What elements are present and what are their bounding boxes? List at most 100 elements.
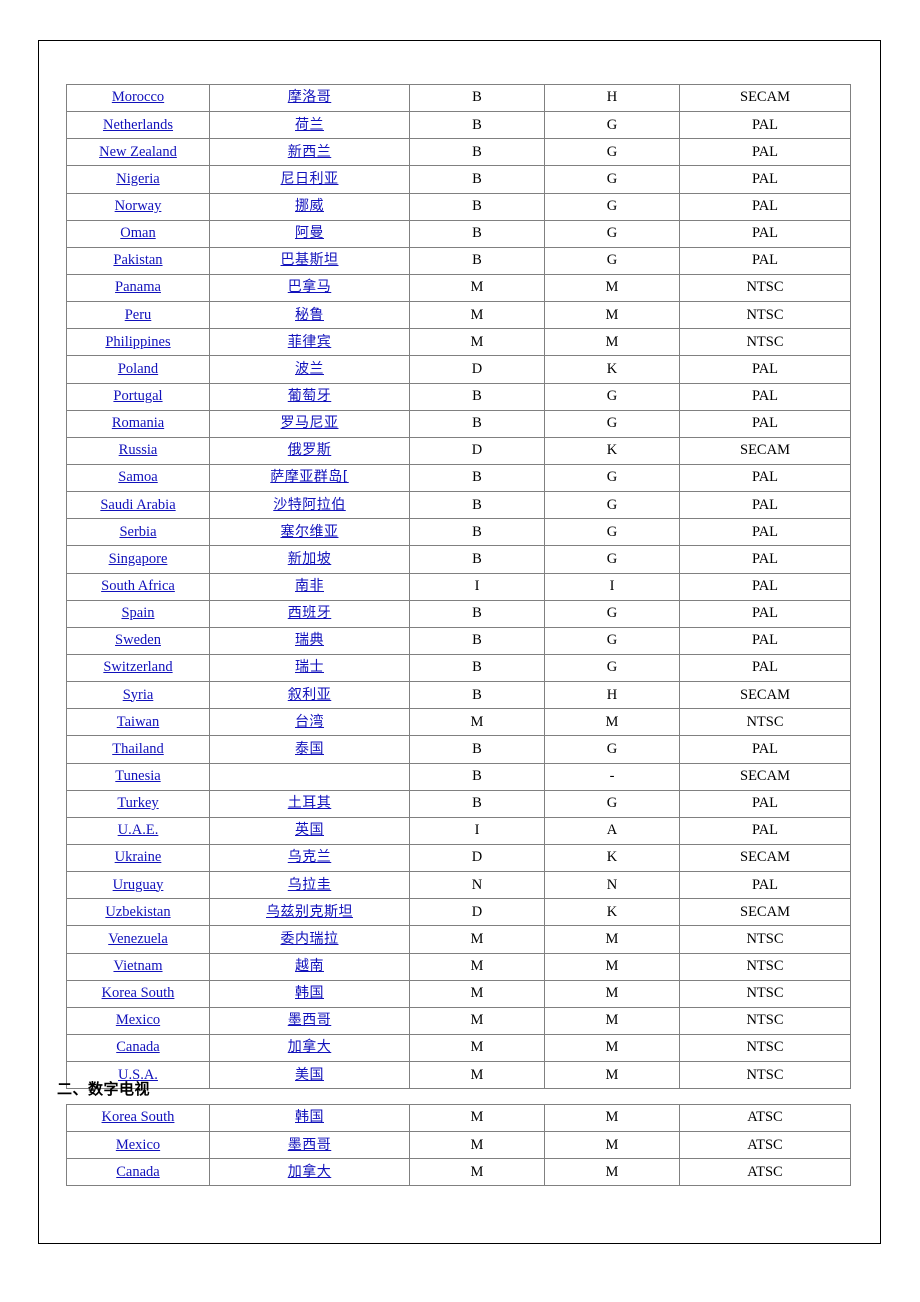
country-link-zh[interactable]: 葡萄牙 [288, 388, 332, 404]
audio-system-cell: I [544, 572, 680, 601]
country-name-en-cell: Mexico [66, 1006, 210, 1035]
country-link-zh[interactable]: 新加坡 [288, 551, 332, 567]
country-link-zh[interactable]: 阿曼 [295, 225, 324, 241]
audio-system-cell: M [544, 1103, 680, 1133]
country-link-zh[interactable]: 沙特阿拉伯 [273, 497, 346, 513]
country-link-zh[interactable]: 新西兰 [288, 144, 332, 160]
country-link-en[interactable]: Korea South [102, 1109, 175, 1125]
country-link-zh[interactable]: 挪威 [295, 198, 324, 214]
country-link-en[interactable]: Singapore [109, 551, 168, 567]
country-link-zh[interactable]: 墨西哥 [288, 1012, 332, 1028]
video-system-cell: D [409, 436, 545, 465]
country-link-zh[interactable]: 泰国 [295, 741, 324, 757]
video-system-cell: B [409, 491, 545, 520]
country-link-zh[interactable]: 西班牙 [288, 605, 332, 621]
country-link-en[interactable]: Samoa [118, 469, 157, 485]
country-name-zh-cell: 美国 [209, 1061, 410, 1090]
country-name-zh-cell: 西班牙 [209, 599, 410, 628]
country-link-en[interactable]: Nigeria [116, 171, 159, 187]
country-link-en[interactable]: Switzerland [103, 659, 172, 675]
country-link-en[interactable]: Taiwan [117, 714, 159, 730]
country-link-en[interactable]: South Africa [101, 578, 175, 594]
country-link-zh[interactable]: 土耳其 [288, 795, 332, 811]
country-link-zh[interactable]: 韩国 [295, 985, 324, 1001]
country-name-zh-cell: 瑞典 [209, 626, 410, 655]
country-link-en[interactable]: Norway [115, 198, 162, 214]
country-link-zh[interactable]: 尼日利亚 [281, 171, 339, 187]
country-link-zh[interactable]: 波兰 [295, 361, 324, 377]
country-link-zh[interactable]: 塞尔维亚 [281, 524, 339, 540]
audio-system-cell: G [544, 246, 680, 275]
country-link-en[interactable]: Thailand [112, 741, 164, 757]
country-link-zh[interactable]: 萨摩亚群岛[ [270, 469, 348, 485]
country-link-en[interactable]: Mexico [116, 1137, 160, 1153]
country-link-zh[interactable]: 墨西哥 [288, 1137, 332, 1153]
country-link-zh[interactable]: 巴拿马 [288, 279, 332, 295]
country-link-en[interactable]: Canada [116, 1039, 159, 1055]
country-link-en[interactable]: Russia [119, 442, 158, 458]
country-link-zh[interactable]: 乌克兰 [288, 849, 332, 865]
country-link-zh[interactable] [300, 770, 320, 784]
country-link-zh[interactable]: 南非 [295, 578, 324, 594]
country-link-zh[interactable]: 荷兰 [295, 117, 324, 133]
audio-system-cell: G [544, 491, 680, 520]
country-link-zh[interactable]: 韩国 [295, 1109, 324, 1125]
country-link-en[interactable]: Uzbekistan [105, 904, 170, 920]
country-link-en[interactable]: Syria [123, 687, 154, 703]
country-link-en[interactable]: Morocco [112, 89, 164, 105]
country-link-zh[interactable]: 俄罗斯 [288, 442, 332, 458]
country-link-en[interactable]: Spain [121, 605, 154, 621]
country-name-zh-cell: 英国 [209, 816, 410, 845]
country-link-en[interactable]: Canada [116, 1164, 159, 1180]
country-link-zh[interactable]: 乌拉圭 [288, 877, 332, 893]
country-link-en[interactable]: Mexico [116, 1012, 160, 1028]
country-link-en[interactable]: Saudi Arabia [100, 497, 175, 513]
country-link-en[interactable]: Poland [118, 361, 158, 377]
country-link-zh[interactable]: 摩洛哥 [288, 89, 332, 105]
table-row: Poland 波兰 D K PAL [66, 355, 851, 384]
country-link-en[interactable]: Oman [120, 225, 155, 241]
country-link-en[interactable]: U.A.E. [118, 822, 159, 838]
country-link-en[interactable]: Panama [115, 279, 161, 295]
country-link-en[interactable]: Uruguay [113, 877, 164, 893]
country-link-zh[interactable]: 委内瑞拉 [281, 931, 339, 947]
video-system-cell: M [409, 952, 545, 981]
country-link-zh[interactable]: 加拿大 [288, 1164, 332, 1180]
country-link-zh[interactable]: 巴基斯坦 [281, 252, 339, 268]
country-link-zh[interactable]: 台湾 [295, 714, 324, 730]
country-link-zh[interactable]: 英国 [295, 822, 324, 838]
country-name-zh-cell: 土耳其 [209, 789, 410, 818]
country-link-en[interactable]: Philippines [105, 334, 170, 350]
country-link-zh[interactable]: 乌兹别克斯坦 [266, 904, 353, 920]
country-name-zh-cell: 新加坡 [209, 545, 410, 574]
video-system-cell: M [409, 301, 545, 330]
country-link-en[interactable]: Tunesia [115, 768, 160, 784]
country-link-en[interactable]: Venezuela [108, 931, 168, 947]
country-link-en[interactable]: Pakistan [113, 252, 162, 268]
country-link-en[interactable]: New Zealand [99, 144, 177, 160]
country-link-zh[interactable]: 罗马尼亚 [281, 415, 339, 431]
country-link-en[interactable]: Sweden [115, 632, 161, 648]
country-link-en[interactable]: Netherlands [103, 117, 173, 133]
country-link-en[interactable]: Vietnam [113, 958, 162, 974]
table-row: Pakistan 巴基斯坦 B G PAL [66, 246, 851, 275]
country-link-zh[interactable]: 越南 [295, 958, 324, 974]
country-name-zh-cell: 秘鲁 [209, 301, 410, 330]
country-link-en[interactable]: Portugal [113, 388, 162, 404]
video-system-cell: B [409, 789, 545, 818]
country-link-zh[interactable]: 瑞典 [295, 632, 324, 648]
country-link-zh[interactable]: 秘鲁 [295, 307, 324, 323]
country-link-en[interactable]: Turkey [117, 795, 158, 811]
audio-system-cell: N [544, 871, 680, 900]
audio-system-cell: M [544, 1033, 680, 1063]
country-link-zh[interactable]: 叙利亚 [288, 687, 332, 703]
country-link-en[interactable]: Ukraine [115, 849, 162, 865]
country-link-zh[interactable]: 加拿大 [288, 1039, 332, 1055]
country-link-zh[interactable]: 菲律宾 [288, 334, 332, 350]
country-link-en[interactable]: Korea South [102, 985, 175, 1001]
country-link-zh[interactable]: 瑞士 [295, 659, 324, 675]
country-link-en[interactable]: Peru [125, 307, 152, 323]
country-link-en[interactable]: Romania [112, 415, 164, 431]
country-link-en[interactable]: Serbia [119, 524, 156, 540]
country-link-zh[interactable]: 美国 [295, 1067, 324, 1083]
